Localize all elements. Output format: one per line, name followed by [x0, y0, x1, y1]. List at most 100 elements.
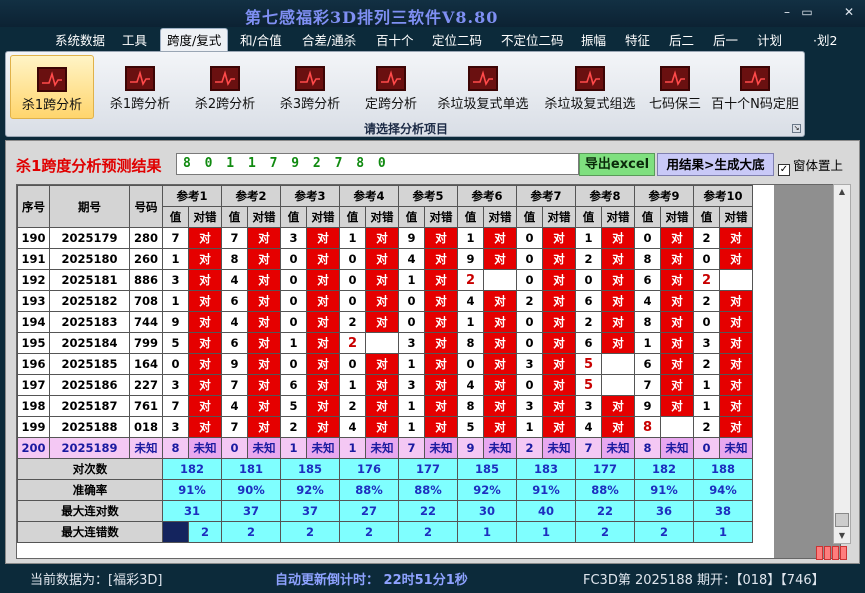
header-ref-6[interactable]: 参考6 — [457, 185, 517, 207]
header-ref-7[interactable]: 参考7 — [516, 185, 576, 207]
ribbon-seven-keep-three[interactable]: 七码保三 — [644, 55, 706, 119]
header-hit[interactable]: 对错 — [424, 206, 458, 228]
table-row[interactable]: 198 2025187 761 7 对 4 对 5 对 2 对 1 对 8 对 3 对 3 对 9 对 1 对 — [17, 395, 753, 417]
menu-item-plan[interactable]: 计划 — [757, 30, 782, 49]
header-number[interactable]: 号码 — [129, 185, 163, 228]
header-ref-8[interactable]: 参考8 — [575, 185, 635, 207]
cell-hit: 对 — [188, 395, 222, 417]
header-value[interactable]: 值 — [516, 206, 543, 228]
header-value[interactable]: 值 — [162, 206, 189, 228]
header-hit[interactable]: 对错 — [306, 206, 340, 228]
ribbon-junk-group[interactable]: 杀垃圾复式组选 — [538, 55, 642, 119]
ribbon-n-code-dan[interactable]: 百十个N码定胆 — [708, 55, 802, 119]
ribbon-junk-single[interactable]: 杀垃圾复式单选 — [431, 55, 535, 119]
header-ref-4[interactable]: 参考4 — [339, 185, 399, 207]
header-value[interactable]: 值 — [398, 206, 425, 228]
menu-item-fixed-two[interactable]: 定位二码 — [432, 30, 482, 49]
header-hit[interactable]: 对错 — [365, 206, 399, 228]
cell-hit: 对 — [424, 416, 458, 438]
header-issue[interactable]: 期号 — [49, 185, 130, 228]
header-ref-3[interactable]: 参考3 — [280, 185, 340, 207]
ribbon-kill-span-3[interactable]: 杀3跨分析 — [271, 55, 349, 119]
menu-item-last-two[interactable]: 后二 — [669, 30, 694, 49]
header-ref-9[interactable]: 参考9 — [634, 185, 694, 207]
ribbon-launcher-icon[interactable]: ↘ — [792, 124, 801, 133]
table-row[interactable]: 195 2025184 799 5 对 6 对 1 对 2 3 对 8 对 0 对 6 对 1 对 3 对 — [17, 332, 753, 354]
header-value[interactable]: 值 — [634, 206, 661, 228]
header-hit[interactable]: 对错 — [660, 206, 694, 228]
header-value[interactable]: 值 — [457, 206, 484, 228]
cell-seq: 198 — [17, 395, 50, 417]
menu-item-span-multi[interactable]: 跨度/复式 — [160, 28, 229, 53]
table-row[interactable]: 199 2025188 018 3 对 7 对 2 对 4 对 1 对 5 对 1 对 4 对 8 2 对 — [17, 416, 753, 438]
maximize-button[interactable]: ▭ — [796, 4, 818, 20]
ribbon-fixed-span[interactable]: 定跨分析 — [356, 55, 426, 119]
header-hit[interactable]: 对错 — [542, 206, 576, 228]
table-row[interactable]: 196 2025185 164 0 对 9 对 0 对 0 对 1 对 0 对 3 对 5 6 对 2 对 — [17, 353, 753, 375]
ribbon-kill-span-2[interactable]: 杀2跨分析 — [186, 55, 264, 119]
table-row[interactable]: 192 2025181 886 3 对 4 对 0 对 0 对 1 对 2 0 对 0 对 6 对 2 — [17, 269, 753, 291]
ribbon-kill-span-1[interactable]: 杀1跨分析 — [101, 55, 179, 119]
menu-item-diff-kill[interactable]: 合差/通杀 — [302, 30, 356, 49]
table-row[interactable]: 193 2025182 708 1 对 6 对 0 对 0 对 0 对 4 对 2 对 6 对 4 对 2 对 — [17, 290, 753, 312]
stats-value: 176 — [339, 458, 399, 480]
ontop-label: 窗体置上 — [793, 158, 844, 173]
header-value[interactable]: 值 — [575, 206, 602, 228]
header-hit[interactable]: 对错 — [188, 206, 222, 228]
menu-item-feature[interactable]: 特征 — [625, 30, 650, 49]
header-value[interactable]: 值 — [221, 206, 248, 228]
stats-selected-cell[interactable] — [162, 521, 189, 543]
header-seq[interactable]: 序号 — [17, 185, 50, 228]
menu-item-tools[interactable]: 工具 — [122, 30, 147, 49]
generate-base-button[interactable]: 用结果>生成大底 — [657, 153, 774, 176]
scrollbar-thumb[interactable] — [835, 513, 849, 527]
close-button[interactable]: ✕ — [838, 4, 860, 20]
header-hit[interactable]: 对错 — [247, 206, 281, 228]
pending-row[interactable]: 200 2025189 未知 8 未知 0 未知 1 未知 1 未知 7 未知 9 未知 2 未知 7 未知 8 未知 0… — [17, 437, 753, 459]
header-value[interactable]: 值 — [339, 206, 366, 228]
header-ref-1[interactable]: 参考1 — [162, 185, 222, 207]
header-hit[interactable]: 对错 — [601, 206, 635, 228]
cell-hit: 对 — [247, 374, 281, 396]
header-ref-5[interactable]: 参考5 — [398, 185, 458, 207]
header-hit[interactable]: 对错 — [483, 206, 517, 228]
cell-hit: 对 — [188, 269, 222, 291]
stats-value: 183 — [516, 458, 576, 480]
table-row[interactable]: 191 2025180 260 1 对 8 对 0 对 0 对 4 对 9 对 0 对 2 对 8 对 0 对 — [17, 248, 753, 270]
table-row[interactable]: 197 2025186 227 3 对 7 对 6 对 1 对 3 对 4 对 0 对 5 7 对 1 对 — [17, 374, 753, 396]
minimize-button[interactable]: – — [776, 4, 798, 20]
header-hit[interactable]: 对错 — [719, 206, 753, 228]
menu-item-last-one[interactable]: 后一 — [713, 30, 738, 49]
table-row[interactable]: 190 2025179 280 7 对 7 对 3 对 1 对 9 对 1 对 0 对 1 对 0 对 2 对 — [17, 227, 753, 249]
cell-hit: 对 — [542, 374, 576, 396]
table-row[interactable]: 194 2025183 744 9 对 4 对 0 对 2 对 0 对 1 对 0 对 2 对 8 对 0 对 — [17, 311, 753, 333]
cell-issue: 2025188 — [49, 416, 130, 438]
cell-value: 1 — [280, 437, 307, 459]
vertical-scrollbar[interactable]: ▲ ▼ — [833, 184, 851, 544]
menu-item-unfixed-two[interactable]: 不定位二码 — [501, 30, 564, 49]
checkbox-icon[interactable]: ✓ — [778, 164, 790, 176]
menu-item-bai-shi-ge[interactable]: 百十个 — [376, 30, 414, 49]
cell-hit: 对 — [660, 227, 694, 249]
menu-item-sum[interactable]: 和/合值 — [240, 30, 282, 49]
scroll-down-icon[interactable]: ▼ — [834, 529, 850, 543]
export-excel-button[interactable]: 导出excel — [579, 153, 655, 176]
result-field[interactable]: 8 0 1 1 7 9 2 7 8 0 — [176, 153, 579, 175]
indicator-bar — [816, 546, 823, 560]
ribbon-caption: 请选择分析项目 — [363, 122, 448, 136]
cell-hit: 对 — [365, 416, 399, 438]
cell-seq: 192 — [17, 269, 50, 291]
cell-miss — [601, 353, 635, 375]
header-value[interactable]: 值 — [280, 206, 307, 228]
stats-value: 2 — [221, 521, 281, 543]
menu-item-plan-2[interactable]: ·划2 — [813, 30, 837, 49]
scroll-up-icon[interactable]: ▲ — [834, 185, 850, 199]
menu-item-system-data[interactable]: 系统数据 — [55, 30, 105, 49]
ribbon-kill-span-1-active[interactable]: 杀1跨分析 — [10, 55, 94, 119]
header-ref-2[interactable]: 参考2 — [221, 185, 281, 207]
menu-item-amplitude[interactable]: 振幅 — [581, 30, 606, 49]
cell-value: 1 — [398, 395, 425, 417]
header-value[interactable]: 值 — [693, 206, 720, 228]
ontop-checkbox[interactable]: ✓ 窗体置上 — [778, 155, 843, 176]
header-ref-10[interactable]: 参考10 — [693, 185, 753, 207]
